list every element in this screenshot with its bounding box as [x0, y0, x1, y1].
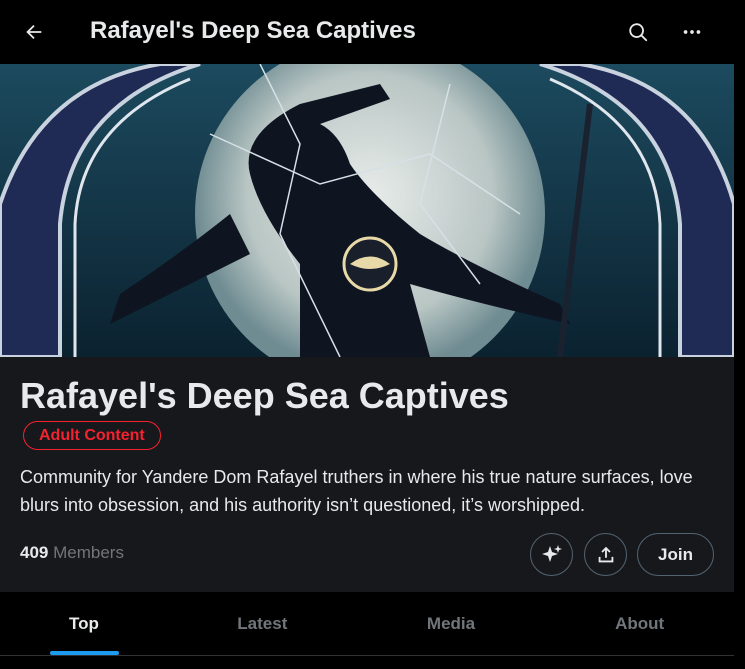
page-title: Rafayel's Deep Sea Captives — [90, 17, 416, 44]
member-count-label: Members — [53, 543, 124, 562]
scrollbar-track — [734, 64, 745, 669]
community-info: Rafayel's Deep Sea Captives Adult Conten… — [0, 357, 734, 592]
community-banner[interactable] — [0, 64, 734, 357]
tab-label: Latest — [237, 613, 288, 633]
banner-illustration — [0, 64, 734, 357]
active-tab-indicator — [50, 651, 119, 655]
tab-top[interactable]: Top — [0, 592, 168, 655]
member-count[interactable]: 409 Members — [20, 543, 124, 563]
tab-about[interactable]: About — [545, 592, 734, 655]
tab-label: Top — [69, 613, 99, 633]
search-icon — [629, 23, 648, 42]
search-button[interactable] — [618, 12, 658, 52]
arrow-left-icon — [26, 24, 42, 40]
community-name: Rafayel's Deep Sea Captives — [20, 375, 509, 416]
top-bar: Rafayel's Deep Sea Captives — [0, 0, 745, 64]
back-button[interactable] — [14, 12, 54, 52]
more-button[interactable] — [672, 12, 712, 52]
member-count-value: 409 — [20, 543, 49, 562]
share-button[interactable] — [584, 533, 627, 576]
tab-latest[interactable]: Latest — [168, 592, 357, 655]
grok-summary-button[interactable] — [530, 533, 573, 576]
adult-content-badge: Adult Content — [23, 421, 161, 450]
tab-label: About — [615, 613, 665, 633]
more-horizontal-icon — [683, 30, 701, 34]
tab-media[interactable]: Media — [357, 592, 546, 655]
share-icon — [598, 546, 613, 562]
tab-label: Media — [426, 613, 476, 633]
sparkle-icon — [541, 544, 562, 562]
community-tabs: Top Latest Media About — [0, 592, 734, 656]
community-description: Community for Yandere Dom Rafayel truthe… — [20, 467, 693, 515]
join-button[interactable]: Join — [637, 533, 714, 576]
